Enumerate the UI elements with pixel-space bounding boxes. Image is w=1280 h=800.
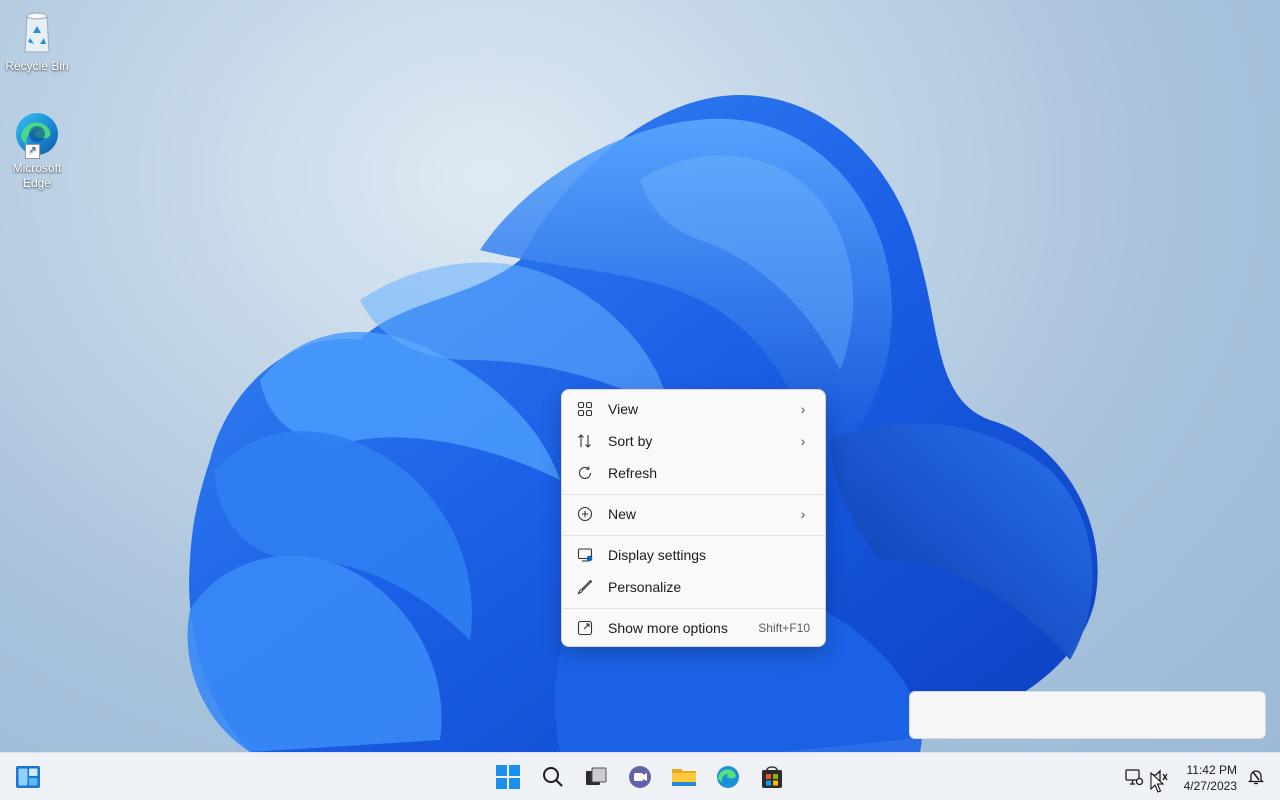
- desktop-icon-label: Recycle Bin: [5, 59, 69, 73]
- menu-item-label: Show more options: [608, 620, 728, 636]
- more-options-icon: [575, 618, 595, 638]
- menu-item-sort-by[interactable]: Sort by ›: [566, 426, 821, 456]
- recycle-bin-icon: [13, 8, 61, 56]
- search-icon[interactable]: [537, 761, 569, 793]
- edge-icon[interactable]: [712, 761, 744, 793]
- chevron-right-icon: ›: [800, 401, 806, 417]
- chevron-right-icon: ›: [800, 433, 806, 449]
- taskbar: 11:42 PM 4/27/2023: [0, 752, 1280, 800]
- refresh-icon: [575, 463, 595, 483]
- edge-icon: ↗: [13, 110, 61, 159]
- menu-item-label: Personalize: [608, 579, 682, 595]
- menu-item-label: Display settings: [608, 547, 707, 563]
- mouse-cursor: [1150, 772, 1165, 793]
- desktop-icon-label: Microsoft Edge: [12, 161, 62, 190]
- menu-item-label: Sort by: [608, 433, 653, 449]
- menu-item-label: New: [608, 506, 637, 522]
- menu-separator: [562, 608, 825, 609]
- chevron-right-icon: ›: [800, 506, 806, 522]
- menu-item-label: Refresh: [608, 465, 658, 481]
- desktop-icon-microsoft-edge[interactable]: ↗ Microsoft Edge: [0, 110, 74, 191]
- shortcut-arrow-icon: ↗: [25, 144, 40, 159]
- menu-item-view[interactable]: View ›: [566, 394, 821, 424]
- menu-item-label: View: [608, 401, 639, 417]
- menu-item-personalize[interactable]: Personalize: [566, 572, 821, 602]
- clock-date: 4/27/2023: [1183, 779, 1237, 793]
- desktop-context-menu: View › Sort by › Refresh New › Display s…: [561, 389, 826, 647]
- notification-bell-icon[interactable]: [1240, 761, 1272, 793]
- sort-icon: [575, 431, 595, 451]
- menu-item-show-more-options[interactable]: Show more options Shift+F10: [566, 613, 821, 643]
- widgets-icon[interactable]: [12, 761, 44, 793]
- file-explorer-icon[interactable]: [668, 761, 700, 793]
- notification-toast[interactable]: [909, 691, 1266, 739]
- store-icon[interactable]: [756, 761, 788, 793]
- plus-circle-icon: [575, 504, 595, 524]
- start-icon[interactable]: [492, 761, 524, 793]
- clock-time: 11:42 PM: [1186, 763, 1237, 777]
- desktop-icon-recycle-bin[interactable]: Recycle Bin: [0, 8, 74, 74]
- menu-separator: [562, 535, 825, 536]
- brush-icon: [575, 577, 595, 597]
- grid-view-icon: [575, 399, 595, 419]
- menu-item-new[interactable]: New ›: [566, 499, 821, 529]
- taskbar-clock[interactable]: 11:42 PM 4/27/2023: [1184, 762, 1237, 794]
- task-view-icon[interactable]: [580, 761, 612, 793]
- menu-separator: [562, 494, 825, 495]
- display-settings-icon: [575, 545, 595, 565]
- menu-item-shortcut: Shift+F10: [758, 621, 810, 635]
- menu-item-display-settings[interactable]: Display settings: [566, 540, 821, 570]
- menu-item-refresh[interactable]: Refresh: [566, 458, 821, 488]
- teams-chat-icon[interactable]: [624, 761, 656, 793]
